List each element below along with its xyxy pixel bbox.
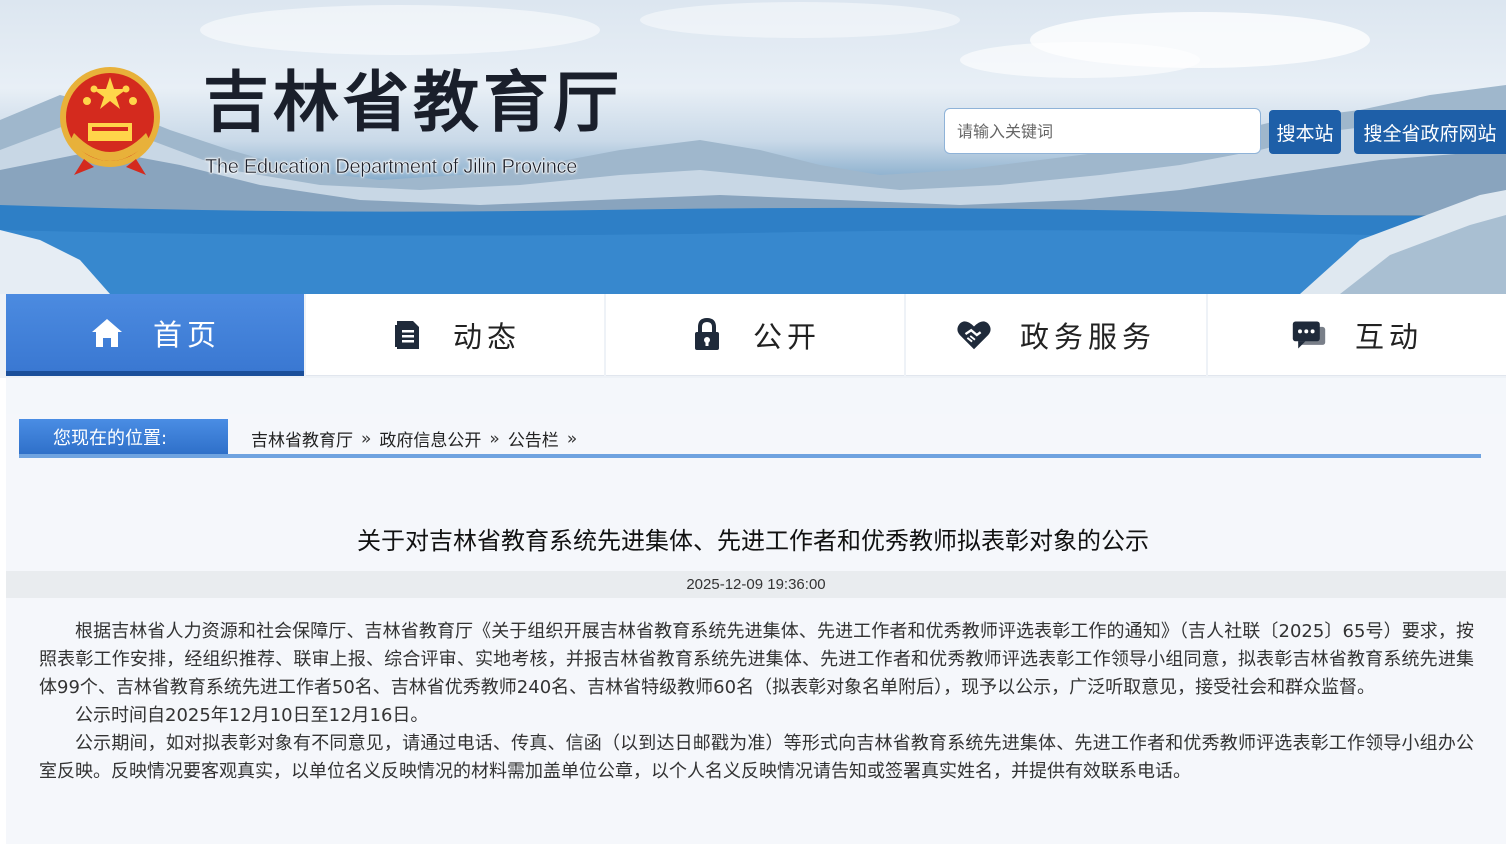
lock-icon xyxy=(689,317,725,353)
site-subtitle: The Education Department of Jilin Provin… xyxy=(205,156,578,178)
breadcrumb-link-home[interactable]: 吉林省教育厅 xyxy=(251,426,353,451)
nav-item-home[interactable]: 首页 xyxy=(6,294,304,376)
nav-label: 首页 xyxy=(152,317,221,352)
breadcrumb-separator: » xyxy=(489,428,500,449)
search-field-wrapper xyxy=(944,108,1261,154)
document-icon xyxy=(389,317,425,353)
nav-item-interact[interactable]: 互动 xyxy=(1208,294,1506,376)
article-body: 根据吉林省人力资源和社会保障厅、吉林省教育厅《关于组织开展吉林省教育系统先进集体… xyxy=(39,618,1474,786)
breadcrumb-link-notice[interactable]: 公告栏 xyxy=(508,426,559,451)
article-date: 2025-12-09 19:36:00 xyxy=(6,571,1506,598)
nav-label: 互动 xyxy=(1354,319,1423,354)
breadcrumb-trail: 吉林省教育厅 » 政府信息公开 » 公告栏 » xyxy=(251,426,585,452)
article-paragraph: 公示时间自2025年12月10日至12月16日。 xyxy=(75,705,429,726)
site-title: 吉林省教育厅 xyxy=(203,64,623,141)
breadcrumb-label: 您现在的位置: xyxy=(19,419,228,454)
article-paragraph: 根据吉林省人力资源和社会保障厅、吉林省教育厅《关于组织开展吉林省教育系统先进集体… xyxy=(39,621,1474,698)
breadcrumb-link-info[interactable]: 政府信息公开 xyxy=(379,426,481,451)
search-site-button[interactable]: 搜本站 xyxy=(1269,110,1341,154)
main-nav: 首页 动态 公开 政务服务 互动 xyxy=(0,294,1506,378)
national-emblem-icon xyxy=(60,67,160,175)
search-province-button[interactable]: 搜全省政府网站 xyxy=(1354,110,1506,154)
nav-item-news[interactable]: 动态 xyxy=(306,294,604,376)
heart-handshake-icon xyxy=(956,317,992,353)
breadcrumb-divider xyxy=(19,454,1481,458)
breadcrumb: 您现在的位置: 吉林省教育厅 » 政府信息公开 » 公告栏 » xyxy=(19,418,1481,458)
article-title: 关于对吉林省教育系统先进集体、先进工作者和优秀教师拟表彰对象的公示 xyxy=(357,527,1149,555)
site-banner: 吉林省教育厅 The Education Department of Jilin… xyxy=(0,0,1506,294)
home-icon xyxy=(89,315,125,351)
nav-item-services[interactable]: 政务服务 xyxy=(906,294,1206,376)
nav-label: 动态 xyxy=(452,319,521,354)
breadcrumb-separator: » xyxy=(361,428,372,449)
nav-item-public[interactable]: 公开 xyxy=(606,294,904,376)
chat-icon xyxy=(1291,317,1327,353)
article-paragraph: 公示期间，如对拟表彰对象有不同意见，请通过电话、传真、信函（以到达日邮戳为准）等… xyxy=(39,733,1474,782)
breadcrumb-separator: » xyxy=(566,428,578,449)
nav-label: 公开 xyxy=(752,319,821,354)
nav-label: 政务服务 xyxy=(1019,319,1156,354)
search-input[interactable] xyxy=(945,109,1260,153)
